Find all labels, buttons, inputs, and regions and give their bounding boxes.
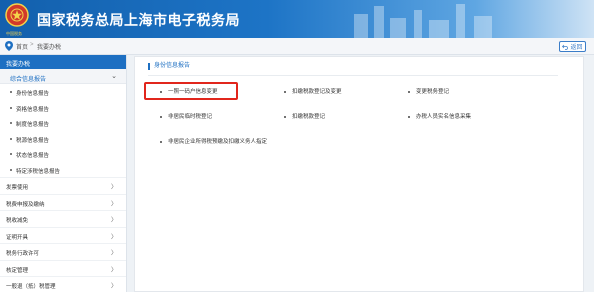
sidebar-item-admin-license[interactable]: 税务行政许可〉 [0, 243, 126, 260]
location-pin-icon [5, 41, 13, 51]
sidebar-item-refund[interactable]: 一般退（抵）税管理〉 [0, 276, 126, 292]
sidebar-subitem-system-report[interactable]: 制度信息报告 [0, 115, 126, 131]
emblem-caption: 中国税务 [6, 31, 22, 36]
sidebar-subitem-tax-source-report[interactable]: 税源信息报告 [0, 131, 126, 147]
scrollbar[interactable] [588, 55, 594, 292]
sidebar-subitem-specific-tax-report[interactable]: 特定涉税信息报告 [0, 162, 126, 178]
sidebar-item-assessment[interactable]: 核定管理〉 [0, 259, 126, 277]
section-divider [148, 75, 558, 76]
back-button[interactable]: 返回 [559, 41, 586, 52]
bullet-icon [160, 140, 162, 143]
link-change-tax-registration[interactable]: 变更税务登记 [408, 87, 449, 95]
bullet-icon [10, 137, 12, 140]
chevron-right-icon: 〉 [110, 201, 117, 208]
sidebar-group-comprehensive-report[interactable]: 综合信息报告 ⌄ [0, 69, 126, 84]
chevron-right-icon: 〉 [110, 218, 117, 224]
link-withholding-registration[interactable]: 扣缴税款登记 [284, 112, 325, 120]
chevron-right-icon: 〉 [110, 185, 117, 191]
breadcrumb-home[interactable]: 首页 [16, 42, 28, 51]
bullet-icon [10, 91, 12, 93]
top-header: 中国税务 国家税务总局上海市电子税务局 [0, 0, 594, 38]
chevron-right-icon: 〉 [110, 267, 117, 274]
chevron-right-icon: 〉 [110, 234, 117, 241]
back-button-label: 返回 [570, 45, 583, 51]
sidebar: 我要办税 综合信息报告 ⌄ 身份信息报告 资格信息报告 制度信息报告 税源信息报… [0, 55, 127, 292]
bullet-icon [10, 122, 12, 124]
sidebar-subitem-identity-report[interactable]: 身份信息报告 [0, 84, 126, 100]
sidebar-title: 我要办税 [0, 55, 126, 69]
return-arrow-icon [562, 44, 569, 50]
bullet-icon [10, 153, 12, 155]
bullet-icon [408, 115, 410, 118]
bullet-icon [408, 90, 410, 93]
bullet-icon [10, 106, 12, 109]
breadcrumb-separator: > [30, 42, 34, 48]
chevron-right-icon: 〉 [110, 284, 117, 290]
link-nonresident-enterprise-withholding[interactable]: 非居民企业所得税预缴及扣缴义务人指定 [160, 137, 267, 145]
tax-emblem-logo [5, 3, 29, 27]
bullet-icon [284, 115, 286, 118]
breadcrumb-current: 我要办税 [37, 45, 62, 51]
sidebar-item-tax-reduction[interactable]: 税收减免〉 [0, 210, 126, 227]
section-title: 身份信息报告 [148, 63, 190, 70]
sidebar-subitem-status-report[interactable]: 状态信息报告 [0, 146, 126, 162]
chevron-down-icon: ⌄ [111, 73, 117, 80]
bullet-icon [10, 168, 12, 171]
link-realname-collection[interactable]: 办税人员实名信息采集 [408, 112, 471, 120]
link-withholding-registration-change[interactable]: 扣缴税款登记及变更 [284, 87, 342, 95]
bullet-icon [160, 115, 162, 118]
chevron-right-icon: 〉 [110, 251, 117, 257]
sidebar-item-certificate[interactable]: 证明开具〉 [0, 226, 126, 244]
highlight-box [144, 82, 238, 100]
sidebar-item-invoice-use[interactable]: 发票使用〉 [0, 177, 126, 194]
sidebar-subitem-qualification-report[interactable]: 资格信息报告 [0, 100, 126, 116]
header-decoration [354, 4, 492, 38]
bullet-icon [284, 90, 286, 93]
sidebar-item-tax-declaration[interactable]: 税费申报及缴纳〉 [0, 193, 126, 211]
link-nonresident-temp-registration[interactable]: 非居民临时税登记 [160, 112, 212, 120]
sidebar-group-label: 综合信息报告 [10, 77, 47, 83]
breadcrumb: 首页 > 我要办税 返回 [0, 38, 594, 55]
site-title: 国家税务总局上海市电子税务局 [37, 12, 240, 28]
